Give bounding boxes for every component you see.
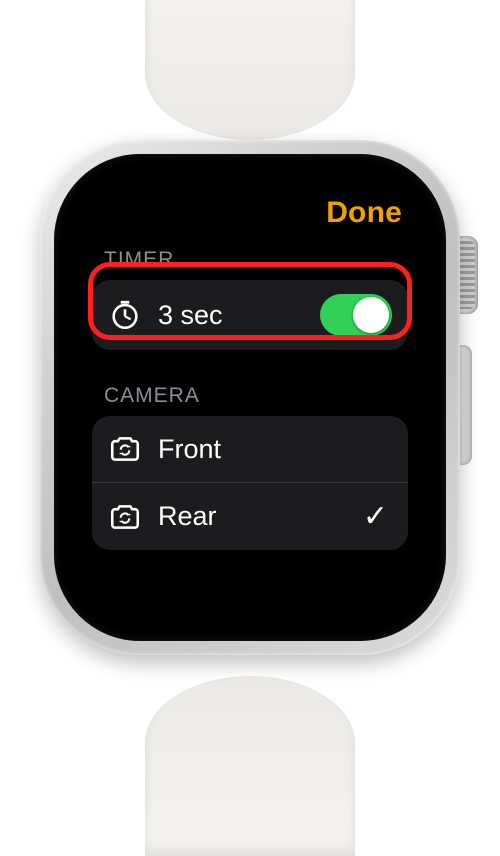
camera-section-label: CAMERA [104, 384, 408, 408]
watch-band-bottom [145, 676, 355, 856]
timer-row[interactable]: 3 sec [92, 280, 408, 350]
camera-option-label: Front [158, 434, 392, 465]
camera-option-rear[interactable]: Rear ✓ [92, 482, 408, 550]
camera-switch-icon [108, 500, 142, 534]
timer-icon [108, 298, 142, 332]
camera-option-front[interactable]: Front [92, 416, 408, 482]
screen-bezel: Done TIMER 3 sec [54, 154, 446, 641]
timer-toggle[interactable] [320, 294, 392, 336]
camera-switch-icon [108, 432, 142, 466]
watch-band-top [145, 0, 355, 140]
screen: Done TIMER 3 sec [72, 172, 428, 623]
checkmark-icon: ✓ [363, 499, 388, 534]
camera-option-label: Rear [158, 501, 347, 532]
timer-section-label: TIMER [104, 248, 408, 272]
toggle-knob [353, 297, 389, 333]
timer-duration-label: 3 sec [158, 300, 304, 331]
done-button[interactable]: Done [326, 196, 402, 229]
